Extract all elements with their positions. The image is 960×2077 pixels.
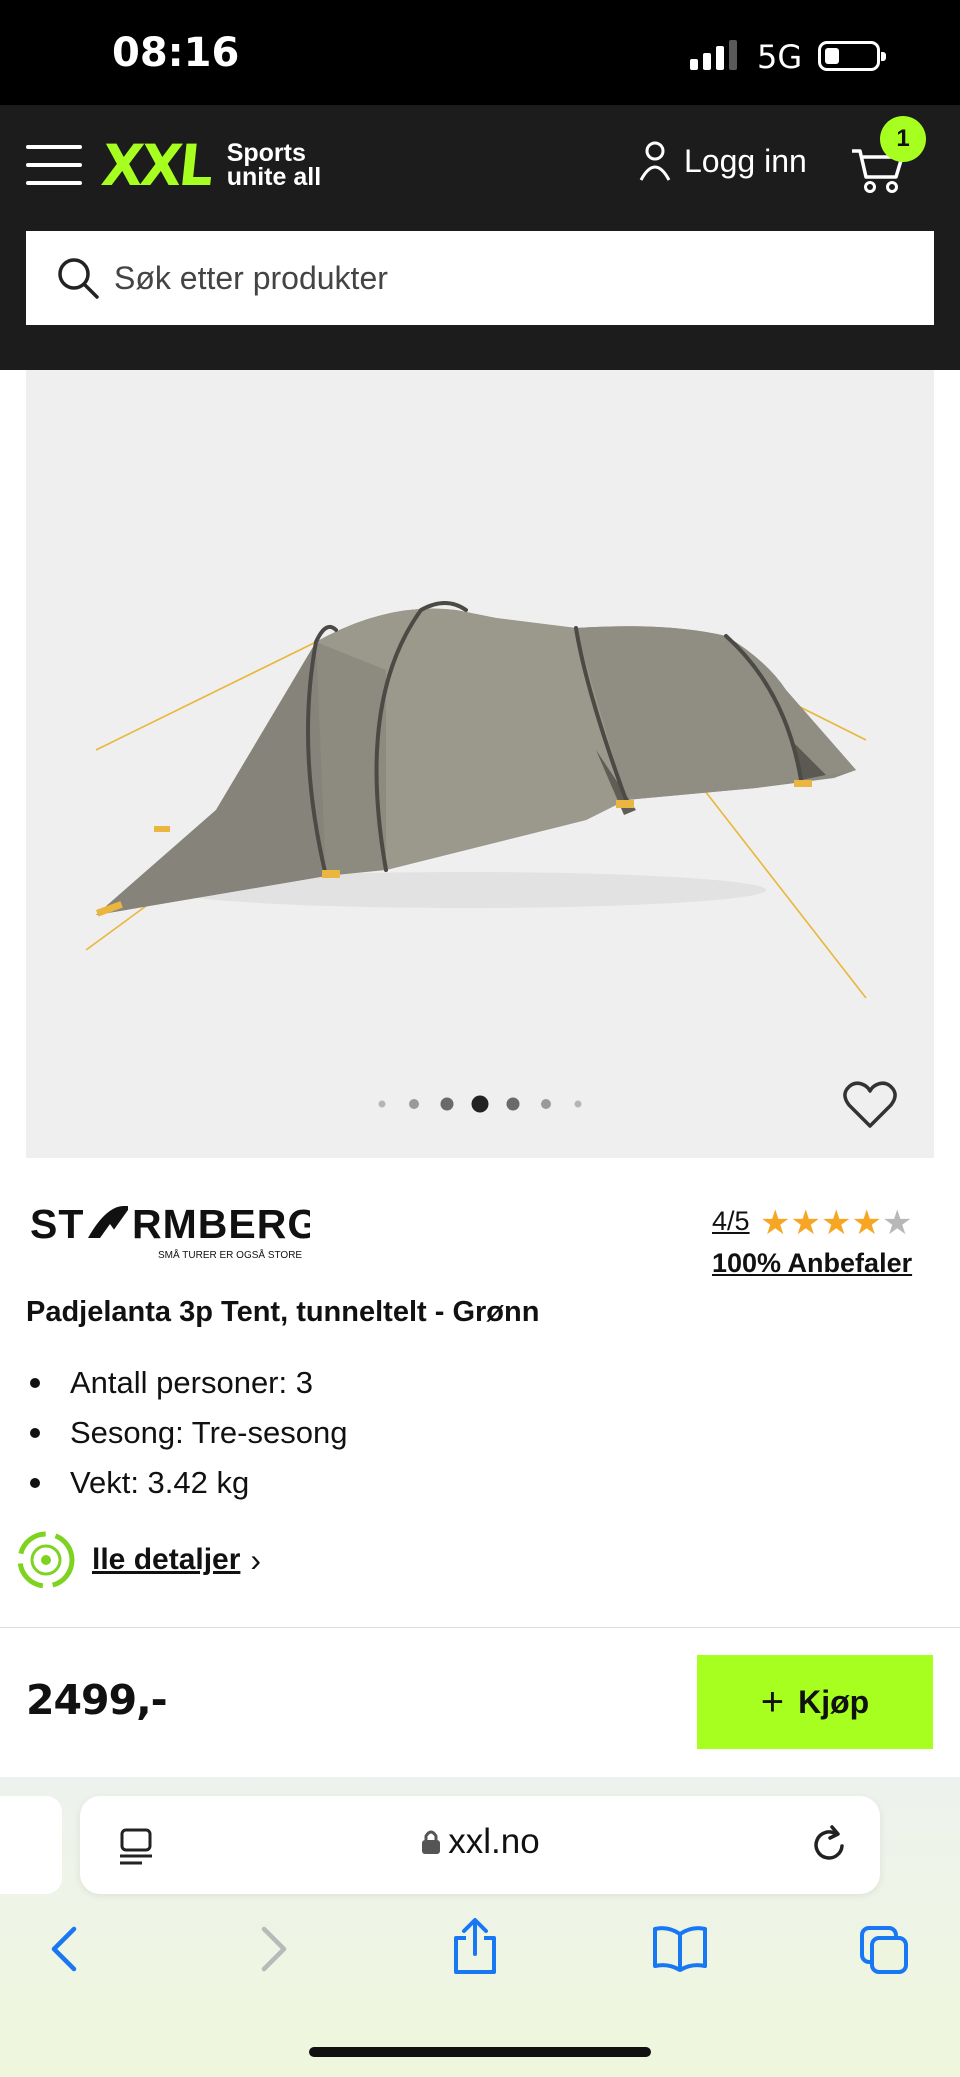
search-input[interactable]: Søk etter produkter: [26, 231, 934, 325]
product-title: Padjelanta 3p Tent, tunneltelt - Grønn: [26, 1296, 540, 1328]
menu-icon[interactable]: [26, 145, 82, 185]
gallery-pagination[interactable]: [370, 1092, 594, 1116]
star-icon: ★: [851, 1204, 882, 1242]
share-icon[interactable]: [450, 1918, 500, 1976]
buy-label: Kjøp: [798, 1683, 870, 1720]
star-icon: ★: [881, 1204, 913, 1242]
star-icon: ★: [820, 1204, 852, 1242]
forward-icon[interactable]: [256, 1925, 292, 1973]
rating-score: 4/5: [712, 1206, 750, 1236]
brand-logo[interactable]: ST RMBERG SMÅ TURER ER OGSÅ STORE: [30, 1200, 319, 1267]
recycle-icon: [17, 1531, 75, 1589]
details-label: lle detaljer: [92, 1543, 241, 1576]
spec-item: Vekt: 3.42 kg: [26, 1458, 347, 1508]
search-icon: [58, 258, 99, 299]
product-image-gallery[interactable]: [26, 370, 934, 1158]
svg-text:ST: ST: [30, 1201, 84, 1247]
logo-wordmark: XXL: [98, 131, 215, 199]
star-icon: ★: [760, 1204, 791, 1242]
cart-count-badge: 1: [880, 116, 926, 162]
spec-item: Antall personer: 3: [26, 1358, 347, 1408]
back-icon[interactable]: [46, 1925, 82, 1973]
lock-icon: [422, 1830, 441, 1854]
login-label: Logg inn: [684, 142, 807, 179]
status-time: 08:16: [112, 30, 240, 76]
chevron-right-icon: ›: [250, 1541, 262, 1578]
recommend-link[interactable]: 100% Anbefaler: [712, 1248, 912, 1279]
rating-stars: ★ ★ ★ ★ ★: [760, 1204, 913, 1242]
heart-icon[interactable]: [842, 1080, 898, 1130]
spec-list: Antall personer: 3 Sesong: Tre-sesong Ve…: [26, 1358, 347, 1508]
battery-icon: [818, 41, 886, 71]
previous-tab-preview[interactable]: [0, 1796, 62, 1894]
stormberg-logo: ST RMBERG SMÅ TURER ER OGSÅ STORE: [30, 1201, 319, 1261]
product-image: [85, 601, 867, 999]
buy-button[interactable]: + Kjøp: [697, 1655, 933, 1749]
spec-item: Sesong: Tre-sesong: [26, 1408, 347, 1458]
network-type: 5G: [757, 38, 803, 76]
plus-icon: +: [760, 1679, 785, 1724]
home-indicator: [309, 2047, 651, 2057]
product-price: 2499,-: [26, 1676, 168, 1724]
address-bar[interactable]: xxl.no: [80, 1796, 880, 1894]
logo-tagline-line2: unite all: [226, 163, 322, 191]
status-bar: 08:16 5G: [0, 0, 960, 105]
url-display[interactable]: xxl.no: [80, 1822, 880, 1862]
product-rating[interactable]: 4/5 ★ ★ ★ ★ ★ 100% Anbefaler: [712, 1206, 912, 1279]
bookmarks-icon[interactable]: [652, 1926, 708, 1972]
login-button[interactable]: Logg inn: [638, 140, 807, 182]
details-link[interactable]: lle detaljer ›: [14, 1528, 261, 1592]
pagination-dots: [378, 1095, 582, 1113]
logo-tagline: Sports unite all: [226, 141, 322, 191]
search-placeholder: Søk etter produkter: [114, 259, 388, 296]
reload-icon[interactable]: [810, 1824, 850, 1866]
xxl-logo[interactable]: XXL Sports unite all: [98, 131, 322, 199]
svg-text:RMBERG: RMBERG: [132, 1201, 310, 1247]
star-icon: ★: [790, 1204, 821, 1242]
url-text: xxl.no: [448, 1822, 540, 1861]
signal-icon: [690, 40, 737, 70]
user-icon: [639, 141, 671, 181]
brand-slogan: SMÅ TURER ER OGSÅ STORE: [158, 1248, 302, 1261]
tabs-icon[interactable]: [858, 1924, 910, 1976]
